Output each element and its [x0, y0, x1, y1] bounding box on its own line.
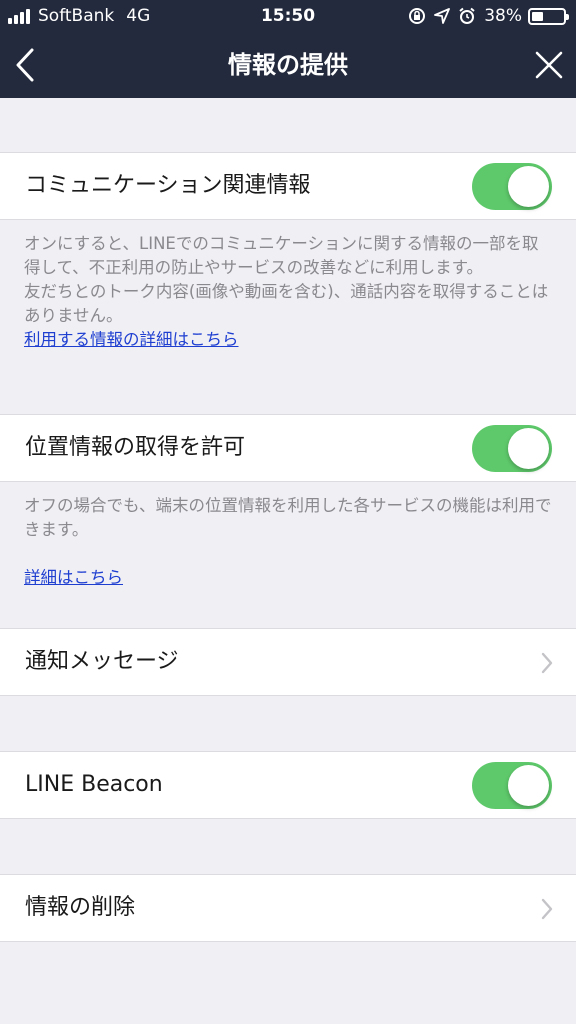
- toggle-knob: [508, 166, 549, 207]
- delete-label: 情報の削除: [25, 895, 136, 920]
- communication-description-1: オンにすると、LINEでのコミュニケーションに関する情報の一部を取得して、不正利…: [24, 234, 539, 277]
- location-toggle[interactable]: [472, 425, 552, 472]
- battery-icon: [528, 7, 569, 25]
- chevron-right-icon: [541, 898, 553, 920]
- communication-detail-link[interactable]: 利用する情報の詳細はこちら: [24, 330, 239, 349]
- communication-label: コミュニケーション関連情報: [25, 173, 311, 198]
- location-description-text: オフの場合でも、端末の位置情報を利用した各サービスの機能は利用できます。: [24, 496, 552, 539]
- nav-bar: 情報の提供: [0, 32, 576, 98]
- beacon-row: LINE Beacon: [0, 751, 576, 819]
- location-label: 位置情報の取得を許可: [25, 435, 246, 460]
- location-description: オフの場合でも、端末の位置情報を利用した各サービスの機能は利用できます。: [24, 494, 554, 542]
- notification-label: 通知メッセージ: [25, 649, 179, 674]
- alarm-icon: [459, 7, 475, 24]
- communication-description: オンにすると、LINEでのコミュニケーションに関する情報の一部を取得して、不正利…: [24, 232, 554, 352]
- battery-percent: 38%: [484, 6, 522, 26]
- battery-fill: [532, 11, 543, 21]
- status-bar: SoftBank 4G 15:50 38%: [0, 0, 576, 32]
- communication-row: コミュニケーション関連情報: [0, 152, 576, 220]
- communication-description-2: 友だちとのトーク内容(画像や動画を含む)、通話内容を取得することはありません。: [24, 282, 549, 325]
- page-title: 情報の提供: [228, 51, 348, 79]
- toggle-knob: [508, 765, 549, 806]
- top-bar: SoftBank 4G 15:50 38% 情報の提供: [0, 0, 576, 98]
- status-right: 38%: [400, 0, 569, 32]
- beacon-toggle[interactable]: [472, 762, 552, 809]
- location-link-wrap: 詳細はこちら: [24, 566, 554, 590]
- close-icon[interactable]: [534, 50, 564, 80]
- communication-toggle[interactable]: [472, 163, 552, 210]
- beacon-label: LINE Beacon: [25, 772, 163, 797]
- location-detail-link[interactable]: 詳細はこちら: [24, 568, 123, 587]
- location-arrow-icon: [434, 8, 451, 24]
- toggle-knob: [508, 428, 549, 469]
- delete-row[interactable]: 情報の削除: [0, 874, 576, 942]
- orientation-lock-icon: [409, 8, 426, 24]
- chevron-right-icon: [541, 652, 553, 674]
- notification-row[interactable]: 通知メッセージ: [0, 628, 576, 696]
- location-row: 位置情報の取得を許可: [0, 414, 576, 482]
